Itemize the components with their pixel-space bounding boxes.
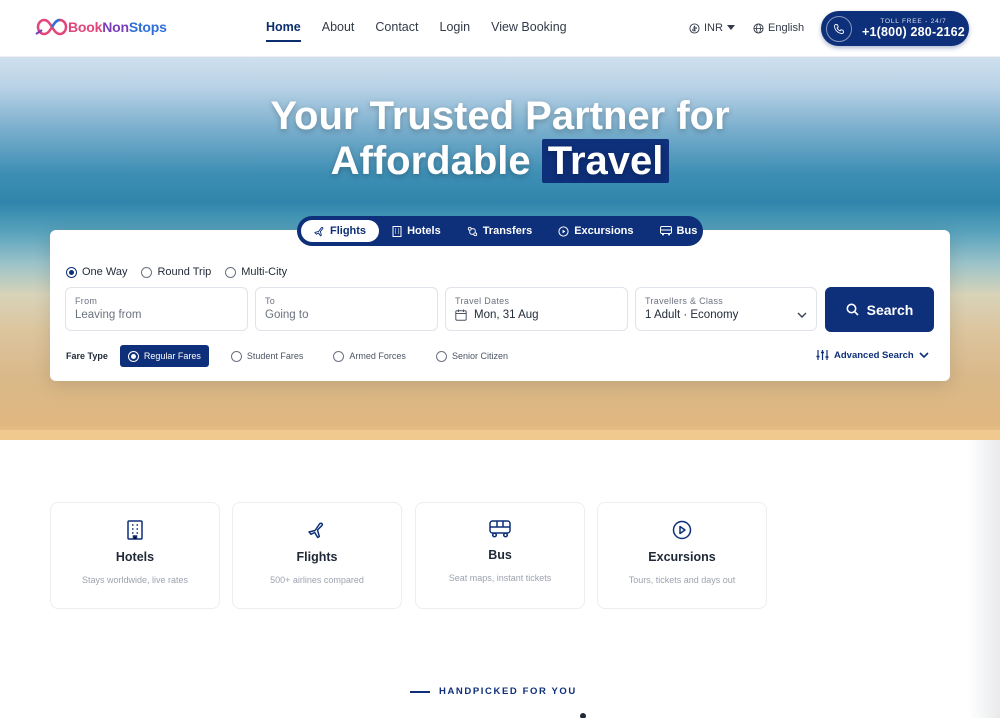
travellers-value: 1 Adult · Economy <box>645 309 739 321</box>
edge-shadow <box>968 440 1000 718</box>
hero-title-highlight: Travel <box>541 139 670 183</box>
plane-icon <box>314 226 324 236</box>
nav-about[interactable]: About <box>322 20 355 42</box>
fare-type-group: Fare Type Regular Fares Student Fares Ar… <box>66 345 530 367</box>
to-input[interactable]: Going to <box>265 309 428 321</box>
travel-dates-field[interactable]: Travel Dates Mon, 31 Aug <box>445 287 628 331</box>
service-subtitle: 500+ airlines compared <box>270 575 364 585</box>
radio-selected[interactable] <box>66 266 77 278</box>
play-circle-icon <box>672 520 692 540</box>
calendar-icon <box>455 309 467 321</box>
fare-armed-forces-option[interactable]: Armed Forces <box>325 345 414 367</box>
language-selector[interactable]: English <box>753 22 804 34</box>
search-button[interactable]: Search <box>825 287 934 332</box>
from-label: From <box>75 296 98 306</box>
phone-number: +1(800) 280-2162 <box>862 25 965 39</box>
radio-unselected[interactable] <box>333 350 345 362</box>
trip-multi-city-radio[interactable]: Multi-City <box>225 266 287 278</box>
hero-title-line2: Affordable <box>330 139 531 183</box>
infinity-logo-icon <box>35 18 68 36</box>
bus-icon <box>659 226 672 236</box>
to-label: To <box>265 296 276 306</box>
caret-down-icon <box>726 25 735 30</box>
service-title: Flights <box>296 550 338 564</box>
tab-bus[interactable]: Bus <box>647 220 711 242</box>
from-input[interactable]: Leaving from <box>75 309 238 321</box>
play-circle-icon <box>558 225 569 237</box>
trip-round-trip-radio[interactable]: Round Trip <box>141 266 211 278</box>
radio-selected[interactable] <box>127 350 139 362</box>
search-icon <box>846 303 859 316</box>
service-card-bus[interactable]: Bus Seat maps, instant tickets <box>415 502 585 609</box>
site-header: BookNonStops Home About Contact Login Vi… <box>0 0 1000 57</box>
tab-hotels[interactable]: Hotels <box>379 220 454 242</box>
service-title: Bus <box>488 548 512 562</box>
currency-icon <box>689 22 700 34</box>
tab-transfers[interactable]: Transfers <box>454 220 546 242</box>
nav-home[interactable]: Home <box>266 20 301 42</box>
currency-selector[interactable]: INR <box>689 22 735 34</box>
service-title: Hotels <box>115 550 155 564</box>
service-title: Excursions <box>648 550 716 564</box>
handpicked-section-heading: HANDPICKED FOR YOU <box>410 686 577 697</box>
fare-regular-option[interactable]: Regular Fares <box>119 345 209 367</box>
travellers-label: Travellers & Class <box>645 296 724 306</box>
currency-label: INR <box>704 22 723 34</box>
service-card-flights[interactable]: Flights 500+ airlines compared <box>232 502 402 609</box>
fare-student-option[interactable]: Student Fares <box>223 345 312 367</box>
building-icon <box>127 520 143 540</box>
service-subtitle: Seat maps, instant tickets <box>448 573 552 583</box>
bus-icon <box>489 520 511 538</box>
main-nav: Home About Contact Login View Booking <box>266 20 588 42</box>
heading-rule <box>410 690 430 693</box>
radio-unselected[interactable] <box>230 350 242 362</box>
from-field[interactable]: From Leaving from <box>65 287 248 331</box>
brand-name: BookNonStops <box>68 19 167 35</box>
travel-dates-value: Mon, 31 Aug <box>474 309 539 321</box>
hero-title-line1: Your Trusted Partner for <box>270 94 730 138</box>
service-tabs: Flights Hotels Transfers Excursions Bus <box>297 216 703 246</box>
radio-unselected[interactable] <box>225 266 237 278</box>
brand-logo[interactable]: BookNonStops <box>32 14 167 40</box>
trip-type-group: One Way Round Trip Multi-City <box>66 266 287 278</box>
plane-icon <box>308 522 324 539</box>
sliders-icon <box>816 350 829 360</box>
trip-one-way-radio[interactable]: One Way <box>66 266 127 278</box>
chevron-down-icon <box>919 351 929 358</box>
tab-excursions[interactable]: Excursions <box>545 220 646 242</box>
nav-contact[interactable]: Contact <box>375 20 418 42</box>
language-label: English <box>768 22 805 34</box>
building-icon <box>392 225 402 237</box>
nav-view-booking[interactable]: View Booking <box>491 20 567 42</box>
hero-title: Your Trusted Partner for Affordable Trav… <box>0 94 1000 184</box>
chevron-down-icon <box>797 312 807 318</box>
transfer-icon <box>467 226 477 236</box>
service-card-excursions[interactable]: Excursions Tours, tickets and days out <box>597 502 767 609</box>
tab-flights[interactable]: Flights <box>301 220 380 242</box>
phone-icon <box>826 15 852 42</box>
fare-type-label: Fare Type <box>66 351 108 361</box>
radio-unselected[interactable] <box>141 266 153 278</box>
flight-search-card: One Way Round Trip Multi-City From Leavi… <box>50 230 950 381</box>
phone-caption: TOLL FREE - 24/7 <box>880 18 947 25</box>
to-field[interactable]: To Going to <box>255 287 438 331</box>
service-subtitle: Tours, tickets and days out <box>628 575 736 585</box>
carousel-dot[interactable] <box>580 713 586 718</box>
travel-dates-label: Travel Dates <box>455 296 510 306</box>
travellers-class-field[interactable]: Travellers & Class 1 Adult · Economy <box>635 287 817 331</box>
service-card-hotels[interactable]: Hotels Stays worldwide, live rates <box>50 502 220 609</box>
radio-unselected[interactable] <box>435 350 447 362</box>
toll-free-call-button[interactable]: TOLL FREE - 24/7 +1(800) 280-2162 <box>821 11 969 46</box>
fare-senior-citizen-option[interactable]: Senior Citizen <box>428 345 516 367</box>
globe-icon <box>753 22 764 34</box>
service-subtitle: Stays worldwide, live rates <box>81 575 189 585</box>
advanced-search-toggle[interactable]: Advanced Search <box>816 349 929 361</box>
nav-login[interactable]: Login <box>440 20 471 42</box>
